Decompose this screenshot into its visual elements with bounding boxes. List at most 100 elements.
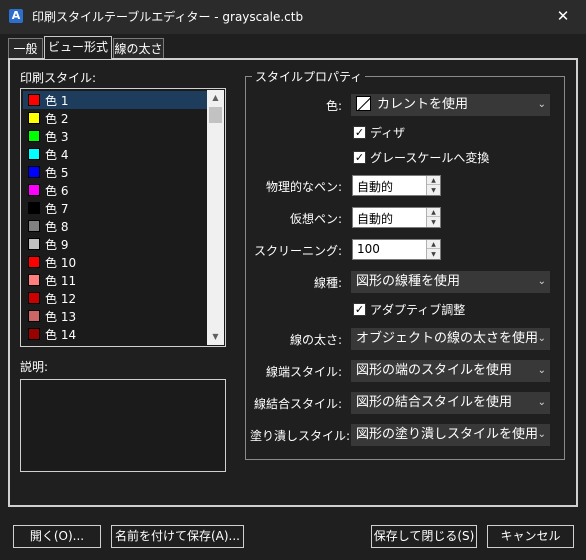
list-item[interactable]: 色 2: [23, 109, 208, 127]
linetype-value: 図形の線種を使用: [356, 274, 461, 289]
line-end-style-value: 図形の端のスタイルを使用: [356, 363, 513, 378]
color-dropdown-value: カレントを使用: [377, 97, 469, 112]
adaptive-label: アダプティブ調整: [370, 303, 466, 317]
color-swatch: [28, 112, 40, 124]
style-properties-title: スタイルプロパティ: [252, 68, 366, 85]
color-swatch: [28, 166, 40, 178]
scroll-thumb[interactable]: [209, 107, 222, 123]
physical-pen-spinner[interactable]: 自動的 ▲ ▼: [352, 175, 441, 196]
list-item-label: 色 11: [45, 274, 77, 288]
title-bar: A 印刷スタイルテーブルエディター - grayscale.ctb ✕: [0, 0, 586, 34]
lineweight-value: オブジェクトの線の太さを使用: [356, 331, 539, 346]
color-swatch: [28, 292, 40, 304]
color-swatch: [28, 202, 40, 214]
list-item-label: 色 6: [45, 184, 69, 198]
color-swatch: [28, 94, 40, 106]
fill-style-label: 塗り潰しスタイル:: [250, 429, 351, 443]
close-icon[interactable]: ✕: [548, 4, 578, 28]
scroll-down-icon[interactable]: ▼: [207, 329, 224, 345]
list-item[interactable]: 色 6: [23, 181, 208, 199]
window-title: 印刷スタイルテーブルエディター - grayscale.ctb: [32, 10, 304, 24]
checkbox-check-icon: ✓: [353, 151, 366, 164]
color-dropdown[interactable]: カレントを使用 ⌄: [351, 94, 550, 116]
line-end-style-label: 線端スタイル:: [265, 365, 342, 379]
spin-buttons[interactable]: ▲ ▼: [426, 240, 440, 259]
spin-down-icon[interactable]: ▼: [427, 250, 440, 259]
linetype-dropdown[interactable]: 図形の線種を使用 ⌄: [351, 271, 550, 293]
list-item[interactable]: 色 10: [23, 253, 208, 271]
color-swatch: [28, 130, 40, 142]
screening-spinner[interactable]: 100 ▲ ▼: [352, 239, 441, 260]
list-item-label: 色 1: [45, 94, 69, 108]
color-swatch: [28, 238, 40, 250]
line-end-style-dropdown[interactable]: 図形の端のスタイルを使用 ⌄: [351, 360, 550, 382]
list-item[interactable]: 色 3: [23, 127, 208, 145]
plot-styles-list[interactable]: 色 1 色 2 色 3 色 4 色 5 色 6 色 7 色 8 色 9 色 10 色 11 色 12 色…: [20, 88, 226, 347]
virtual-pen-value: 自動的: [357, 212, 394, 226]
checkbox-check-icon: ✓: [353, 126, 366, 139]
list-item[interactable]: 色 1: [23, 91, 208, 109]
tab-lineweights[interactable]: 線の太さ: [113, 38, 164, 58]
color-swatch: [28, 184, 40, 196]
physical-pen-label: 物理的なペン:: [265, 180, 342, 194]
virtual-pen-spinner[interactable]: 自動的 ▲ ▼: [352, 207, 441, 228]
spin-up-icon[interactable]: ▲: [427, 176, 440, 185]
list-item-label: 色 10: [45, 256, 77, 270]
chevron-down-icon: ⌄: [537, 333, 546, 344]
spin-down-icon[interactable]: ▼: [427, 218, 440, 227]
lineweight-label: 線の太さ:: [289, 333, 342, 347]
cancel-button[interactable]: キャンセル: [487, 525, 574, 548]
dither-checkbox[interactable]: ✓ ディザ: [353, 126, 405, 141]
save-as-button[interactable]: 名前を付けて保存(A)...: [111, 525, 244, 548]
list-item[interactable]: 色 12: [23, 289, 208, 307]
spin-up-icon[interactable]: ▲: [427, 208, 440, 217]
list-item-label: 色 13: [45, 310, 77, 324]
list-item[interactable]: 色 8: [23, 217, 208, 235]
list-item-label: 色 14: [45, 328, 77, 342]
list-item-label: 色 7: [45, 202, 69, 216]
list-item[interactable]: 色 11: [23, 271, 208, 289]
spin-buttons[interactable]: ▲ ▼: [426, 176, 440, 195]
color-swatch: [28, 220, 40, 232]
list-item[interactable]: 色 9: [23, 235, 208, 253]
list-item[interactable]: 色 13: [23, 307, 208, 325]
plot-styles-label: 印刷スタイル:: [20, 71, 97, 85]
save-and-close-button[interactable]: 保存して閉じる(S): [371, 525, 477, 548]
line-join-style-value: 図形の結合スタイルを使用: [356, 395, 513, 410]
list-item[interactable]: 色 5: [23, 163, 208, 181]
grayscale-checkbox[interactable]: ✓ グレースケールへ変換: [353, 151, 489, 166]
list-item-label: 色 3: [45, 130, 69, 144]
open-button[interactable]: 開く(O)...: [13, 525, 101, 548]
physical-pen-value: 自動的: [357, 180, 394, 194]
virtual-pen-label: 仮想ペン:: [289, 212, 342, 226]
spin-buttons[interactable]: ▲ ▼: [426, 208, 440, 227]
tab-general[interactable]: 一般: [8, 38, 43, 58]
list-item[interactable]: 色 7: [23, 199, 208, 217]
list-item[interactable]: 色 14: [23, 325, 208, 343]
dither-label: ディザ: [370, 126, 406, 140]
color-swatch: [28, 328, 40, 340]
description-label: 説明:: [20, 360, 49, 374]
color-swatch: [28, 148, 40, 160]
tab-form-view[interactable]: ビュー形式: [44, 36, 112, 59]
chevron-down-icon: ⌄: [537, 276, 546, 287]
scroll-up-icon[interactable]: ▲: [207, 90, 224, 106]
fill-style-value: 図形の塗り潰しスタイルを使用: [356, 427, 539, 442]
screening-value: 100: [357, 242, 380, 256]
lineweight-dropdown[interactable]: オブジェクトの線の太さを使用 ⌄: [351, 328, 550, 350]
chevron-down-icon: ⌄: [537, 397, 546, 408]
chevron-down-icon: ⌄: [537, 365, 546, 376]
spin-down-icon[interactable]: ▼: [427, 186, 440, 195]
spin-up-icon[interactable]: ▲: [427, 240, 440, 249]
list-item[interactable]: 色 4: [23, 145, 208, 163]
list-scrollbar[interactable]: ▲ ▼: [207, 90, 224, 345]
fill-style-dropdown[interactable]: 図形の塗り潰しスタイルを使用 ⌄: [351, 424, 550, 446]
line-join-style-dropdown[interactable]: 図形の結合スタイルを使用 ⌄: [351, 392, 550, 414]
list-item-label: 色 2: [45, 112, 69, 126]
current-color-icon: [356, 96, 371, 111]
list-item-label: 色 5: [45, 166, 69, 180]
adaptive-checkbox[interactable]: ✓ アダプティブ調整: [353, 303, 465, 318]
description-field[interactable]: [20, 379, 226, 472]
grayscale-label: グレースケールへ変換: [370, 151, 490, 165]
color-swatch: [28, 310, 40, 322]
